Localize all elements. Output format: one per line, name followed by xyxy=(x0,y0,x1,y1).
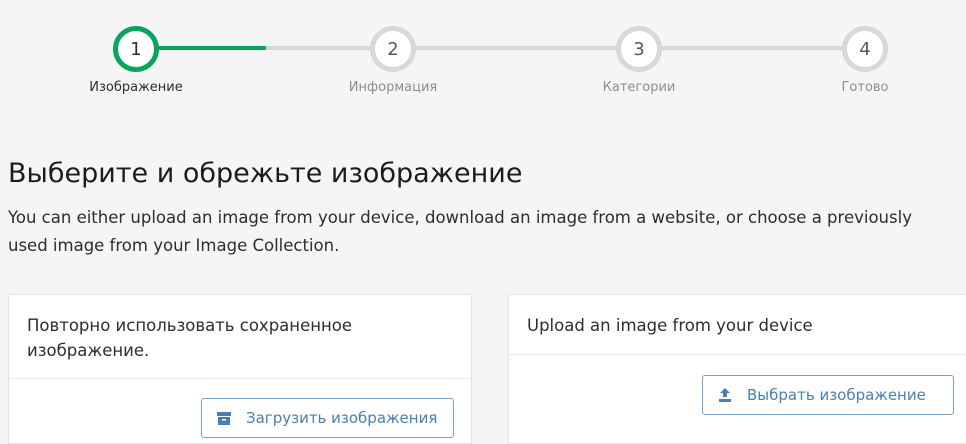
upload-card-divider xyxy=(509,354,966,355)
reuse-card-divider xyxy=(9,378,471,379)
upload-device-card: Upload an image from your device Выбрать… xyxy=(508,294,966,444)
step-3-circle[interactable]: 3 xyxy=(616,26,662,72)
load-images-button[interactable]: Загрузить изображения xyxy=(201,398,454,438)
step-4-circle[interactable]: 4 xyxy=(842,26,888,72)
upload-icon xyxy=(719,388,731,402)
step-2-circle[interactable]: 2 xyxy=(370,26,416,72)
step-3-label: Категории xyxy=(602,80,676,95)
step-2-number: 2 xyxy=(387,38,399,60)
load-images-button-label: Загрузить изображения xyxy=(246,409,438,427)
step-2-label: Информация xyxy=(348,80,438,95)
step-4-number: 4 xyxy=(859,38,871,60)
choose-image-button-label: Выбрать изображение xyxy=(747,386,926,404)
step-1-number: 1 xyxy=(130,38,142,60)
choose-image-button[interactable]: Выбрать изображение xyxy=(702,375,954,415)
progress-stepper: 1 Изображение 2 Информация 3 Категории 4… xyxy=(0,0,966,110)
reuse-card-heading: Повторно использовать сохраненное изобра… xyxy=(27,316,353,360)
archive-box-icon xyxy=(217,412,231,425)
step-1-circle[interactable]: 1 xyxy=(113,26,159,72)
step-3-number: 3 xyxy=(633,38,645,60)
reuse-image-card: Повторно использовать сохраненное изобра… xyxy=(8,294,472,444)
step-4-label: Готово xyxy=(841,80,889,95)
upload-card-heading: Upload an image from your device xyxy=(527,316,813,335)
page-subtitle: You can either upload an image from your… xyxy=(8,208,912,255)
page-title: Выберите и обрежьте изображение xyxy=(8,158,523,189)
stepper-track-pending xyxy=(266,46,866,50)
step-1-label: Изображение xyxy=(89,80,183,95)
